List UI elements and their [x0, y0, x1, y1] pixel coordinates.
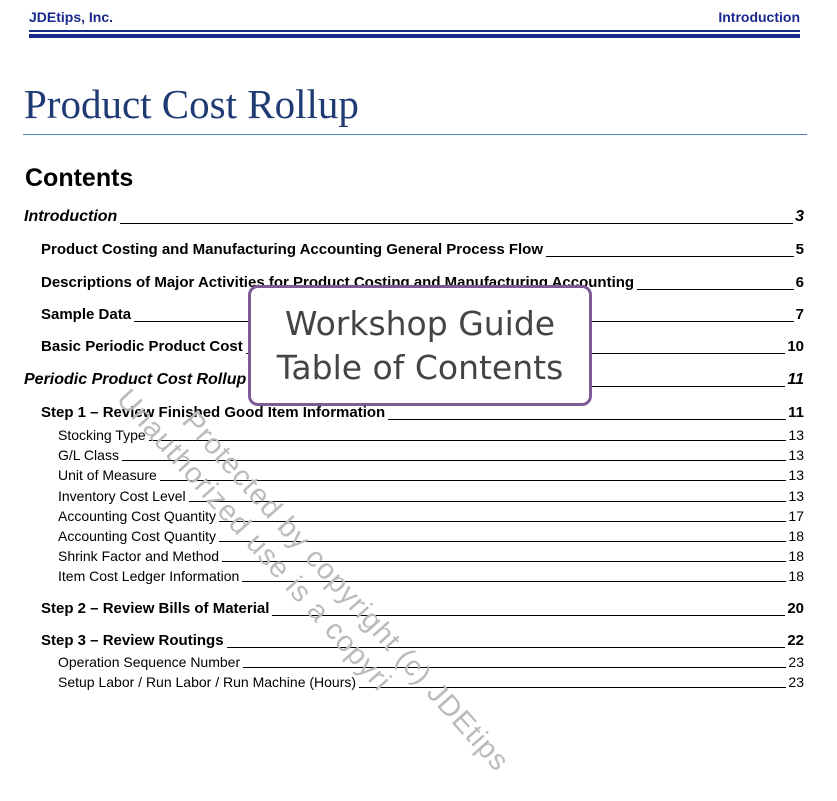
toc-entry-label: Shrink Factor and Method	[58, 548, 220, 564]
toc-entry-page: 5	[795, 241, 804, 258]
toc-entry-page: 13	[788, 467, 804, 483]
toc-entry-label: Step 2 – Review Bills of Material	[41, 600, 270, 617]
toc-leader	[148, 439, 787, 441]
contents-heading: Contents	[25, 164, 134, 192]
page-header: JDEtips, Inc. Introduction	[29, 9, 800, 29]
toc-entry-page: 10	[787, 338, 804, 355]
toc-entry-page: 22	[787, 632, 804, 649]
toc-leader	[226, 646, 786, 648]
toc-entry-label: Basic Periodic Product Cost	[41, 338, 243, 355]
toc-leader	[546, 255, 794, 257]
company-name: JDEtips, Inc.	[29, 9, 114, 25]
toc-entry-page: 13	[788, 427, 804, 443]
toc-entry-page: 23	[788, 674, 804, 690]
toc-entry-label: Setup Labor / Run Labor / Run Machine (H…	[58, 674, 357, 690]
toc-entry-label: Inventory Cost Level	[58, 488, 186, 504]
section-name: Introduction	[718, 9, 800, 25]
workshop-guide-callout: Workshop Guide Table of Contents	[248, 285, 592, 406]
toc-leader	[388, 418, 787, 420]
toc-entry[interactable]: Item Cost Ledger Information 18	[58, 567, 804, 585]
toc-entry-page: 18	[788, 548, 804, 564]
toc-entry-page: 17	[788, 508, 804, 524]
toc-entry-label: Accounting Cost Quantity	[58, 508, 216, 524]
toc-entry-label: Product Costing and Manufacturing Accoun…	[41, 241, 543, 258]
toc-entry-page: 20	[787, 600, 804, 617]
toc-entry-page: 11	[787, 371, 804, 388]
toc-entry-page: 6	[795, 274, 804, 291]
toc-entry-page: 11	[788, 404, 804, 421]
toc-entry-page: 18	[788, 568, 804, 584]
toc-entry-label: Item Cost Ledger Information	[58, 568, 240, 584]
title-divider	[23, 134, 807, 135]
toc-entry-page: 13	[788, 447, 804, 463]
toc-entry-label: Sample Data	[41, 306, 132, 323]
toc-entry-label: Operation Sequence Number	[58, 654, 241, 670]
toc-entry[interactable]: Step 2 – Review Bills of Material 20	[41, 599, 804, 619]
toc-leader	[637, 288, 794, 290]
toc-entry-label: Unit of Measure	[58, 467, 157, 483]
toc-leader	[243, 666, 787, 668]
toc-entry-label: Step 3 – Review Routings	[41, 632, 224, 649]
toc-entry-page: 3	[795, 208, 804, 225]
toc-entry[interactable]: Product Costing and Manufacturing Accoun…	[41, 240, 804, 260]
toc-entry-label: Accounting Cost Quantity	[58, 528, 216, 544]
toc-entry-page: 18	[788, 528, 804, 544]
toc-entry[interactable]: Introduction 3	[24, 207, 804, 227]
toc-entry[interactable]: Accounting Cost Quantity 17	[58, 507, 804, 525]
toc-entry-label: G/L Class	[58, 447, 119, 463]
toc-entry-label: Introduction	[24, 208, 118, 225]
toc-leader	[120, 222, 794, 224]
toc-entry[interactable]: Accounting Cost Quantity 18	[58, 527, 804, 545]
toc-entry-page: 23	[788, 654, 804, 670]
callout-line: Workshop Guide	[284, 303, 556, 343]
toc-entry-page: 13	[788, 488, 804, 504]
toc-entry-page: 7	[795, 306, 804, 323]
toc-entry[interactable]: Step 3 – Review Routings 22	[41, 631, 804, 651]
callout-line: Table of Contents	[276, 347, 564, 387]
header-rule-thick	[29, 34, 800, 38]
page-title: Product Cost Rollup	[24, 81, 359, 127]
header-rule-thin	[29, 30, 800, 32]
toc-entry[interactable]: Inventory Cost Level 13	[58, 487, 804, 505]
toc-entry[interactable]: Shrink Factor and Method 18	[58, 547, 804, 565]
